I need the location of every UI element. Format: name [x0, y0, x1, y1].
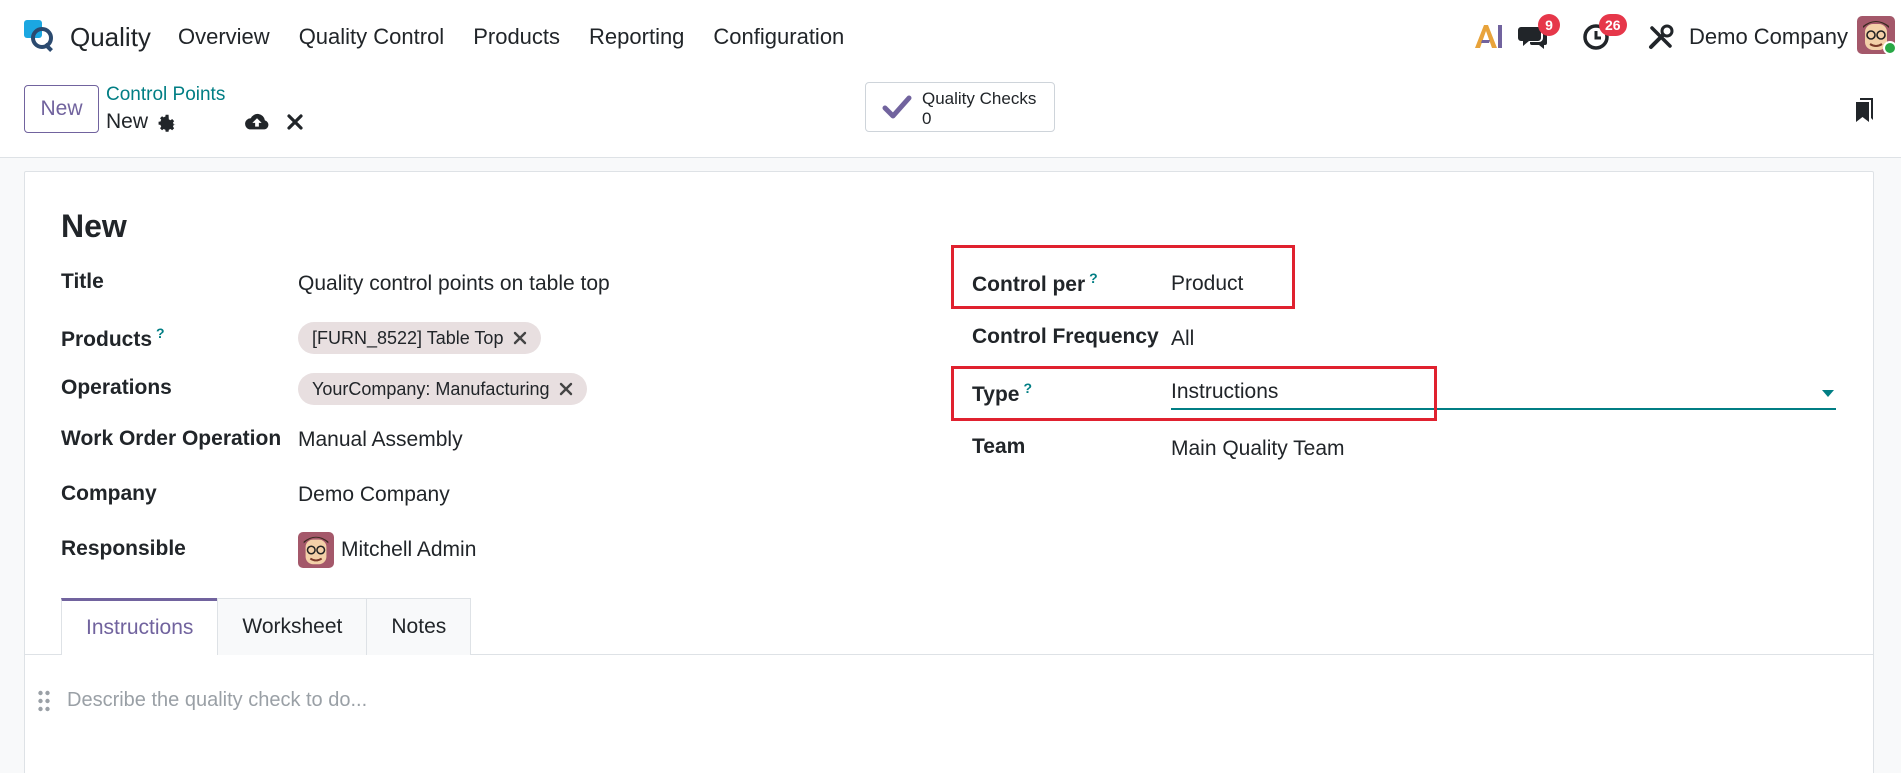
smart-button-value: 0 [922, 109, 932, 128]
smart-button-label: Quality Checks [922, 89, 1037, 108]
close-icon[interactable] [285, 112, 305, 132]
tag-product-label: [FURN_8522] Table Top [312, 327, 504, 348]
field-title[interactable]: Quality control points on table top [298, 272, 610, 296]
activities-badge: 26 [1599, 14, 1627, 36]
check-icon [882, 95, 912, 119]
label-type-text: Type [972, 383, 1020, 406]
avatar-image [298, 532, 334, 568]
label-title: Title [61, 270, 104, 293]
help-icon[interactable]: ? [1023, 380, 1032, 396]
quality-app-icon[interactable] [22, 18, 58, 54]
field-responsible[interactable]: Mitchell Admin [341, 538, 476, 562]
chevron-down-icon [1822, 390, 1834, 397]
tab-notes[interactable]: Notes [366, 598, 472, 655]
tab-instructions[interactable]: Instructions [61, 598, 219, 655]
breadcrumb-control-points[interactable]: Control Points [106, 84, 225, 106]
messages-button[interactable]: 9 [1518, 14, 1560, 52]
field-team[interactable]: Main Quality Team [1171, 437, 1345, 461]
label-type: Type? [972, 380, 1032, 407]
label-company: Company [61, 482, 157, 505]
help-icon[interactable]: ? [1089, 270, 1098, 286]
quality-checks-smart-button[interactable]: Quality Checks 0 [865, 82, 1055, 132]
menu-products[interactable]: Products [473, 24, 560, 50]
menu-quality-control[interactable]: Quality Control [299, 24, 445, 50]
menu-reporting[interactable]: Reporting [589, 24, 684, 50]
record-name: New [106, 110, 149, 133]
gear-icon[interactable] [156, 112, 178, 134]
field-work-order-operation[interactable]: Manual Assembly [298, 428, 463, 452]
activities-button[interactable]: 26 [1582, 14, 1627, 52]
main-menu: Overview Quality Control Products Report… [178, 24, 873, 50]
cloud-upload-icon[interactable] [244, 111, 270, 133]
tab-worksheet[interactable]: Worksheet [217, 598, 368, 655]
tag-product: [FURN_8522] Table Top [298, 322, 542, 354]
new-button[interactable]: New [24, 85, 99, 133]
control-panel: New Control Points New Quality Checks 0 [0, 72, 1901, 158]
label-control-frequency: Control Frequency [972, 325, 1159, 348]
online-status-icon [1883, 41, 1897, 55]
ai-icon[interactable] [1472, 22, 1504, 50]
type-select-value: Instructions [1171, 380, 1279, 403]
bookmark-icon[interactable] [1855, 97, 1875, 123]
tag-operation: YourCompany: Manufacturing [298, 373, 588, 405]
label-control-per: Control per? [972, 270, 1098, 297]
label-products-text: Products [61, 328, 153, 351]
field-control-frequency[interactable]: All [1171, 327, 1194, 351]
notebook-tabs: Instructions Worksheet Notes [61, 598, 472, 655]
label-control-per-text: Control per [972, 273, 1086, 296]
help-icon[interactable]: ? [156, 325, 165, 341]
top-navbar: Quality Overview Quality Control Product… [0, 0, 1901, 72]
label-work-order-operation: Work Order Operation [61, 427, 282, 450]
drag-handle-icon[interactable] [37, 690, 51, 712]
form-title: New [61, 208, 127, 244]
label-team: Team [972, 435, 1026, 458]
label-operations: Operations [61, 376, 172, 399]
menu-overview[interactable]: Overview [178, 24, 270, 50]
remove-tag-icon[interactable] [559, 382, 573, 396]
instructions-editor[interactable]: Describe the quality check to do... [67, 689, 367, 712]
company-switcher[interactable]: Demo Company [1689, 24, 1848, 50]
responsible-avatar [298, 532, 334, 568]
tools-icon[interactable] [1648, 24, 1674, 50]
menu-configuration[interactable]: Configuration [713, 24, 844, 50]
label-products: Products? [61, 325, 165, 352]
app-name[interactable]: Quality [70, 22, 151, 53]
field-control-per[interactable]: Product [1171, 272, 1243, 296]
remove-tag-icon[interactable] [513, 331, 527, 345]
field-company[interactable]: Demo Company [298, 483, 450, 507]
type-select[interactable]: Instructions [1171, 376, 1836, 410]
tag-operation-label: YourCompany: Manufacturing [312, 378, 550, 399]
form-sheet [24, 171, 1874, 773]
messages-badge: 9 [1538, 14, 1560, 36]
label-responsible: Responsible [61, 537, 186, 560]
